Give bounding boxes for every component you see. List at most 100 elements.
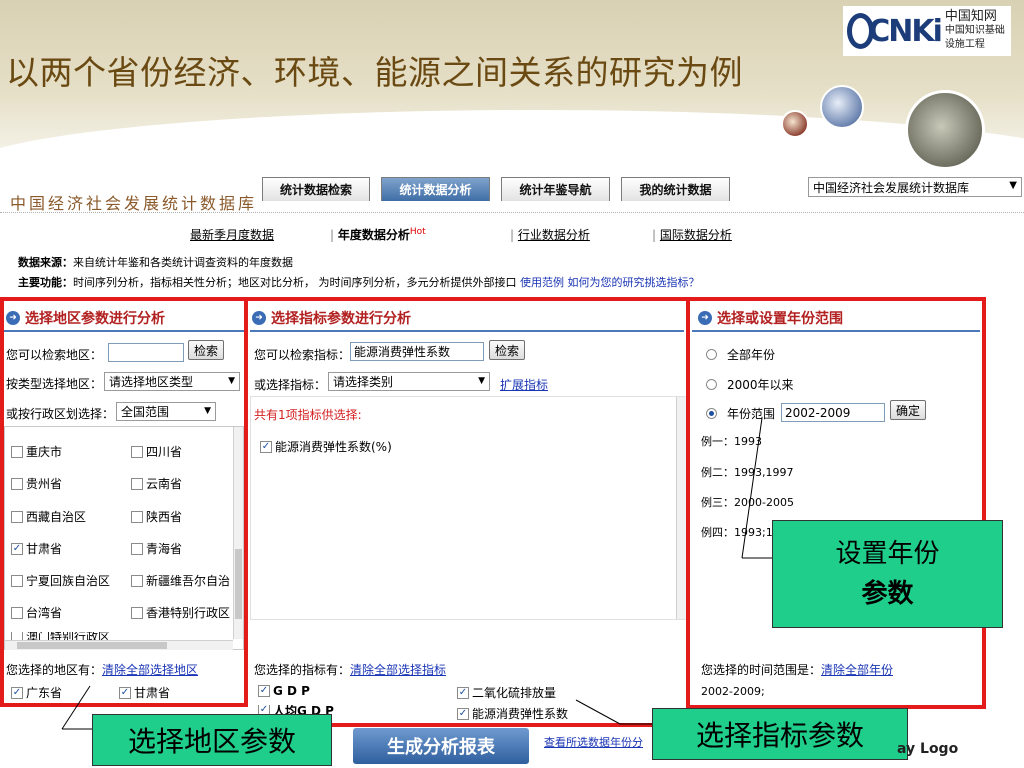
- checkbox-checked[interactable]: ✓: [260, 440, 272, 453]
- region-item[interactable]: 青海省: [131, 540, 182, 557]
- indicator-search-input[interactable]: 能源消费弹性系数: [350, 342, 484, 361]
- region-search-label: 您可以检索地区：: [6, 348, 103, 362]
- howto-link[interactable]: 如何为您的研究挑选指标？: [568, 276, 700, 289]
- region-list-scrollbar[interactable]: [233, 427, 243, 639]
- indicator-category-select[interactable]: 请选择类别 ▼: [328, 372, 490, 391]
- arrow-right-icon: ➜: [6, 311, 20, 325]
- year-confirm-button[interactable]: 确定: [890, 400, 926, 420]
- subtab-annual[interactable]: | 年度数据分析Hot: [330, 226, 426, 243]
- region-item[interactable]: 四川省: [131, 443, 182, 460]
- example-link[interactable]: 使用范例: [520, 276, 564, 289]
- selected-indicator[interactable]: ✓ 二氧化硫排放量: [457, 684, 556, 701]
- region-item[interactable]: 陕西省: [131, 508, 182, 525]
- selected-indicator[interactable]: ✓ G D P: [258, 684, 310, 698]
- data-source-line: 数据来源：来自统计年鉴和各类统计调查资料的年度数据: [18, 256, 293, 269]
- region-list-hscrollbar[interactable]: [5, 640, 233, 650]
- indicator-list[interactable]: [250, 396, 686, 620]
- region-item[interactable]: 贵州省: [11, 475, 62, 492]
- region-admin-label: 或按行政区划选择：: [6, 407, 115, 421]
- indicator-panel-title: ➜ 选择指标参数进行分析: [252, 308, 411, 328]
- checkbox[interactable]: [11, 445, 23, 458]
- callout-region: 选择地区参数: [92, 714, 332, 766]
- subtab-industry[interactable]: | 行业数据分析: [510, 226, 590, 243]
- radio-button[interactable]: [706, 349, 717, 360]
- title-underline: [692, 330, 980, 332]
- region-item[interactable]: 澳门特别行政区: [11, 632, 110, 640]
- checkbox-checked[interactable]: ✓: [258, 685, 270, 697]
- database-select[interactable]: 中国经济社会发展统计数据库 ▼: [808, 177, 1022, 197]
- year-selected-label: 您选择的时间范围是：清除全部年份: [701, 663, 894, 677]
- tab-yearbook-nav[interactable]: 统计年鉴导航: [501, 177, 610, 201]
- checkbox[interactable]: [131, 477, 143, 490]
- decorative-globe-medium: [820, 85, 864, 129]
- subtab-monthly[interactable]: 最新季月度数据: [190, 226, 274, 243]
- checkbox[interactable]: [11, 477, 23, 490]
- scrollbar-thumb[interactable]: [235, 549, 242, 619]
- region-search-button[interactable]: 检索: [188, 340, 224, 360]
- region-search-input[interactable]: [108, 343, 184, 362]
- checkbox-checked[interactable]: ✓: [119, 686, 131, 699]
- indicator-option[interactable]: ✓ 能源消费弹性系数(%): [260, 438, 392, 455]
- cnki-logo-mark: CNKi: [868, 13, 943, 49]
- hscrollbar-thumb[interactable]: [17, 642, 167, 649]
- year-range-input[interactable]: 2002-2009: [781, 403, 885, 422]
- tab-stat-analysis[interactable]: 统计数据分析: [381, 177, 490, 201]
- year-selected-value: 2002-2009;: [701, 685, 765, 698]
- indicator-list-scrollbar[interactable]: [676, 397, 686, 619]
- title-underline: [250, 330, 684, 332]
- checkbox-checked[interactable]: ✓: [457, 707, 469, 720]
- checkbox[interactable]: [11, 574, 23, 587]
- checkbox[interactable]: [11, 632, 23, 640]
- selected-region[interactable]: ✓ 广东省: [11, 684, 62, 701]
- region-item[interactable]: 西藏自治区: [11, 508, 86, 525]
- checkbox[interactable]: [131, 542, 143, 555]
- region-item[interactable]: 重庆市: [11, 443, 62, 460]
- region-admin-select[interactable]: 全国范围 ▼: [116, 402, 216, 421]
- radio-button[interactable]: [706, 379, 717, 390]
- checkbox[interactable]: [131, 445, 143, 458]
- checkbox[interactable]: [131, 510, 143, 523]
- year-option-all[interactable]: 全部年份: [706, 346, 775, 363]
- checkbox-checked[interactable]: ✓: [11, 686, 23, 699]
- indicator-category-label: 或选择指标：: [254, 378, 327, 392]
- checkbox[interactable]: [131, 606, 143, 619]
- clear-years-link[interactable]: 清除全部年份: [821, 663, 893, 677]
- region-item[interactable]: 香港特别行政区: [131, 604, 230, 621]
- year-option-range[interactable]: 年份范围: [706, 405, 775, 422]
- region-item[interactable]: 宁夏回族自治区: [11, 572, 110, 589]
- selected-region[interactable]: ✓ 甘肃省: [119, 684, 170, 701]
- clear-indicators-link[interactable]: 清除全部选择指标: [350, 663, 446, 677]
- checkbox[interactable]: [11, 510, 23, 523]
- tab-my-data[interactable]: 我的统计数据: [621, 177, 730, 201]
- region-selected-label: 您选择的地区有：清除全部选择地区: [6, 663, 199, 677]
- checkbox[interactable]: [131, 574, 143, 587]
- chevron-down-icon: ▼: [228, 376, 235, 386]
- region-type-label: 按类型选择地区：: [6, 377, 103, 391]
- expand-indicators-link[interactable]: 扩展指标: [500, 376, 548, 393]
- site-name: 中国经济社会发展统计数据库: [10, 194, 258, 213]
- region-item[interactable]: 新疆维吾尔自治: [131, 572, 230, 589]
- year-panel-title: ➜ 选择或设置年份范围: [698, 308, 843, 328]
- subtab-international[interactable]: | 国际数据分析: [652, 226, 732, 243]
- chevron-down-icon: ▼: [1009, 180, 1017, 191]
- checkbox-checked[interactable]: ✓: [457, 686, 469, 699]
- region-item-gansu[interactable]: ✓ 甘肃省: [11, 540, 62, 557]
- indicator-search-button[interactable]: 检索: [489, 340, 525, 360]
- year-option-since-2000[interactable]: 2000年以来: [706, 376, 794, 393]
- checkbox[interactable]: [11, 606, 23, 619]
- region-item[interactable]: 云南省: [131, 475, 182, 492]
- radio-button-selected[interactable]: [706, 408, 717, 419]
- clear-regions-link[interactable]: 清除全部选择地区: [102, 663, 198, 677]
- cnki-ring-icon: [847, 13, 875, 49]
- title-underline: [4, 330, 244, 332]
- checkbox-checked[interactable]: ✓: [11, 542, 23, 555]
- view-year-link[interactable]: 查看所选数据年份分: [544, 734, 643, 750]
- generate-report-button[interactable]: 生成分析报表: [353, 728, 529, 764]
- decorative-globe-large: [905, 90, 985, 170]
- region-item[interactable]: 台湾省: [11, 604, 62, 621]
- tab-stat-search[interactable]: 统计数据检索: [262, 177, 370, 201]
- year-example: 例四：1993;19: [701, 526, 780, 539]
- region-type-select[interactable]: 请选择地区类型 ▼: [104, 372, 240, 391]
- chevron-down-icon: ▼: [204, 406, 211, 416]
- selected-indicator[interactable]: ✓ 能源消费弹性系数: [457, 705, 568, 722]
